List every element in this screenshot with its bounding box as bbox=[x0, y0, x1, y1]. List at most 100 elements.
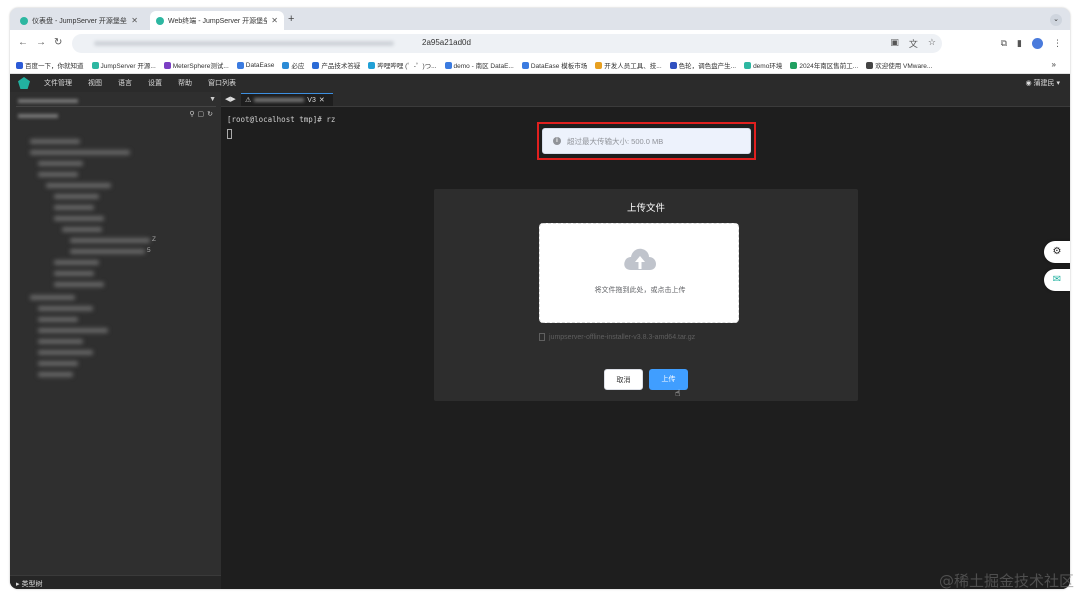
tree-node[interactable] bbox=[30, 139, 80, 144]
terminal-area: ◀▶ ⚠ V3 ✕ [root@localhost tmp]# rz i 超过最… bbox=[221, 92, 1070, 589]
tree-node[interactable] bbox=[62, 227, 102, 232]
chevron-down-icon: ▼ bbox=[209, 96, 216, 103]
extensions-icon[interactable]: ⧉ bbox=[1001, 38, 1007, 49]
navigation-bar: ← → ↻ 2a95a21ad0d ▣ 文 ☆ ⧉ ▮ ⋮ bbox=[10, 30, 1070, 57]
bookmarks-bar: 百度一下，你就知道 JumpServer 开源... MeterSphere测试..… bbox=[10, 57, 1070, 74]
menu-file-manager[interactable]: 文件管理 bbox=[44, 78, 72, 88]
bookmark-item[interactable]: demo环境 bbox=[744, 60, 782, 70]
bookmark-item[interactable]: demo - 南区 DataE... bbox=[444, 60, 514, 70]
tab-title: Web终端 - JumpServer 开源堡垒机 bbox=[168, 17, 268, 25]
tree-node[interactable] bbox=[70, 238, 150, 243]
bookmark-item[interactable]: 必应 bbox=[282, 60, 304, 70]
settings-gear-icon[interactable]: ⚙ bbox=[1044, 241, 1070, 263]
tab-title: 仪表盘 - JumpServer 开源堡垒机 bbox=[32, 17, 128, 25]
tree-node[interactable] bbox=[38, 361, 78, 366]
new-tab-button[interactable]: + bbox=[288, 13, 294, 25]
cancel-button[interactable]: 取消 bbox=[604, 369, 643, 390]
url-redacted bbox=[94, 41, 394, 46]
tree-node[interactable] bbox=[54, 216, 104, 221]
bookmark-favicon-icon bbox=[163, 61, 171, 69]
translate-icon[interactable]: 文 bbox=[909, 37, 918, 50]
bookmark-item[interactable]: 开发人员工具、技... bbox=[595, 60, 662, 70]
tree-node[interactable] bbox=[30, 150, 130, 155]
bookmark-item[interactable]: 产品技术答疑 bbox=[312, 60, 360, 70]
bookmark-label: demo - 南区 DataE... bbox=[453, 63, 514, 70]
upload-button[interactable]: 上传 bbox=[649, 369, 688, 390]
bookmark-item[interactable]: MeterSphere测试... bbox=[163, 60, 229, 70]
tree-node[interactable] bbox=[54, 282, 104, 287]
bookmark-label: 必应 bbox=[291, 63, 305, 70]
org-select[interactable]: ▼ bbox=[16, 96, 216, 107]
menu-window-list[interactable]: 窗口列表 bbox=[208, 78, 236, 88]
terminal-tab[interactable]: ⚠ V3 ✕ bbox=[241, 93, 333, 106]
bookmark-item[interactable]: 哔哩哔哩 (゜-゜)つ... bbox=[368, 60, 437, 70]
chevron-down-icon: ▾ bbox=[1056, 80, 1060, 87]
tree-node[interactable] bbox=[46, 183, 111, 188]
tree-node[interactable] bbox=[38, 317, 78, 322]
tab-search-icon[interactable]: ⌄ bbox=[1050, 14, 1062, 26]
upload-dropzone[interactable]: 将文件拖到此处，或点击上传 bbox=[539, 223, 739, 323]
tree-node[interactable] bbox=[54, 260, 99, 265]
tree-node[interactable] bbox=[38, 372, 73, 377]
forward-icon[interactable]: → bbox=[36, 37, 46, 48]
bookmark-favicon-icon bbox=[444, 61, 452, 69]
browser-window: 仪表盘 - JumpServer 开源堡垒机 ✕ Web终端 - JumpSer… bbox=[10, 8, 1070, 589]
bookmark-label: 产品技术答疑 bbox=[321, 63, 361, 70]
close-tab-icon[interactable]: ✕ bbox=[131, 16, 138, 25]
jumpserver-app: 文件管理 视图 语言 设置 帮助 窗口列表 ◉ 蒲建民 ▾ ▼ ⚲▢↻ Z 5 … bbox=[10, 74, 1070, 589]
screenshot-icon[interactable]: ▣ bbox=[890, 37, 899, 50]
tree-node[interactable] bbox=[38, 306, 93, 311]
menu-view[interactable]: 视图 bbox=[88, 78, 102, 88]
menu-language[interactable]: 语言 bbox=[118, 78, 132, 88]
dialog-title: 上传文件 bbox=[626, 203, 665, 214]
tab-scroll-arrows-icon[interactable]: ◀▶ bbox=[225, 95, 236, 103]
user-menu[interactable]: ◉ 蒲建民 ▾ bbox=[1025, 78, 1060, 88]
back-icon[interactable]: ← bbox=[18, 37, 28, 48]
bookmark-favicon-icon bbox=[368, 61, 376, 69]
bookmark-favicon-icon bbox=[790, 61, 798, 69]
menu-help[interactable]: 帮助 bbox=[178, 78, 192, 88]
bookmark-label: 2024年南区售前工... bbox=[799, 63, 859, 70]
more-menu-icon[interactable]: ⋮ bbox=[1053, 38, 1062, 49]
bookmark-label: 欢迎使用 VMware... bbox=[875, 63, 933, 70]
tree-node[interactable] bbox=[38, 350, 93, 355]
tree-node[interactable] bbox=[54, 205, 94, 210]
browser-tab-web-terminal[interactable]: Web终端 - JumpServer 开源堡垒机 ✕ bbox=[150, 11, 284, 30]
bookmark-star-icon[interactable]: ☆ bbox=[928, 37, 936, 50]
browser-tab-dashboard[interactable]: 仪表盘 - JumpServer 开源堡垒机 ✕ bbox=[14, 11, 144, 30]
bookmarks-overflow-icon[interactable]: » bbox=[1052, 60, 1056, 69]
tree-node[interactable] bbox=[38, 161, 83, 166]
bookmark-item[interactable]: DataEase bbox=[236, 61, 274, 69]
bookmark-favicon-icon bbox=[16, 61, 23, 69]
tree-node[interactable] bbox=[30, 295, 75, 300]
tree-node[interactable] bbox=[70, 249, 145, 254]
tree-node[interactable] bbox=[38, 328, 108, 333]
close-icon[interactable]: ✕ bbox=[319, 96, 325, 104]
refresh-icon[interactable]: ↻ bbox=[207, 111, 216, 118]
tree-node[interactable] bbox=[38, 172, 78, 177]
bookmark-item[interactable]: DataEase 模板市场 bbox=[521, 60, 587, 70]
side-panel-icon[interactable]: ▮ bbox=[1017, 38, 1022, 49]
tree-node[interactable] bbox=[54, 271, 94, 276]
profile-avatar-icon[interactable] bbox=[1032, 38, 1043, 49]
bookmark-item[interactable]: 2024年南区售前工... bbox=[790, 60, 858, 70]
reload-icon[interactable]: ↻ bbox=[54, 37, 62, 48]
bookmark-item[interactable]: 欢迎使用 VMware... bbox=[866, 60, 932, 70]
chat-icon[interactable]: ✉ bbox=[1044, 269, 1070, 291]
type-tree-toggle[interactable]: ▸ 类型树 bbox=[10, 575, 221, 589]
bookmark-item[interactable]: 色轮，调色盘产生... bbox=[669, 60, 736, 70]
asset-sidebar: ▼ ⚲▢↻ Z 5 ▸ 类型树 bbox=[10, 92, 221, 589]
search-icon[interactable]: ⚲ bbox=[189, 111, 197, 118]
tree-node[interactable] bbox=[38, 339, 83, 344]
tree-node[interactable] bbox=[54, 194, 99, 199]
close-tab-icon[interactable]: ✕ bbox=[271, 16, 278, 25]
expand-icon[interactable]: ▢ bbox=[198, 111, 208, 118]
bookmark-item[interactable]: 百度一下，你就知道 bbox=[16, 60, 84, 70]
address-bar[interactable]: 2a95a21ad0d ▣ 文 ☆ bbox=[72, 34, 942, 53]
jumpserver-logo-icon bbox=[18, 77, 30, 89]
tree-node-label: 5 bbox=[147, 247, 151, 254]
bookmark-favicon-icon bbox=[744, 61, 752, 69]
menu-settings[interactable]: 设置 bbox=[148, 78, 162, 88]
bookmark-favicon-icon bbox=[521, 61, 529, 69]
bookmark-item[interactable]: JumpServer 开源... bbox=[91, 60, 156, 70]
